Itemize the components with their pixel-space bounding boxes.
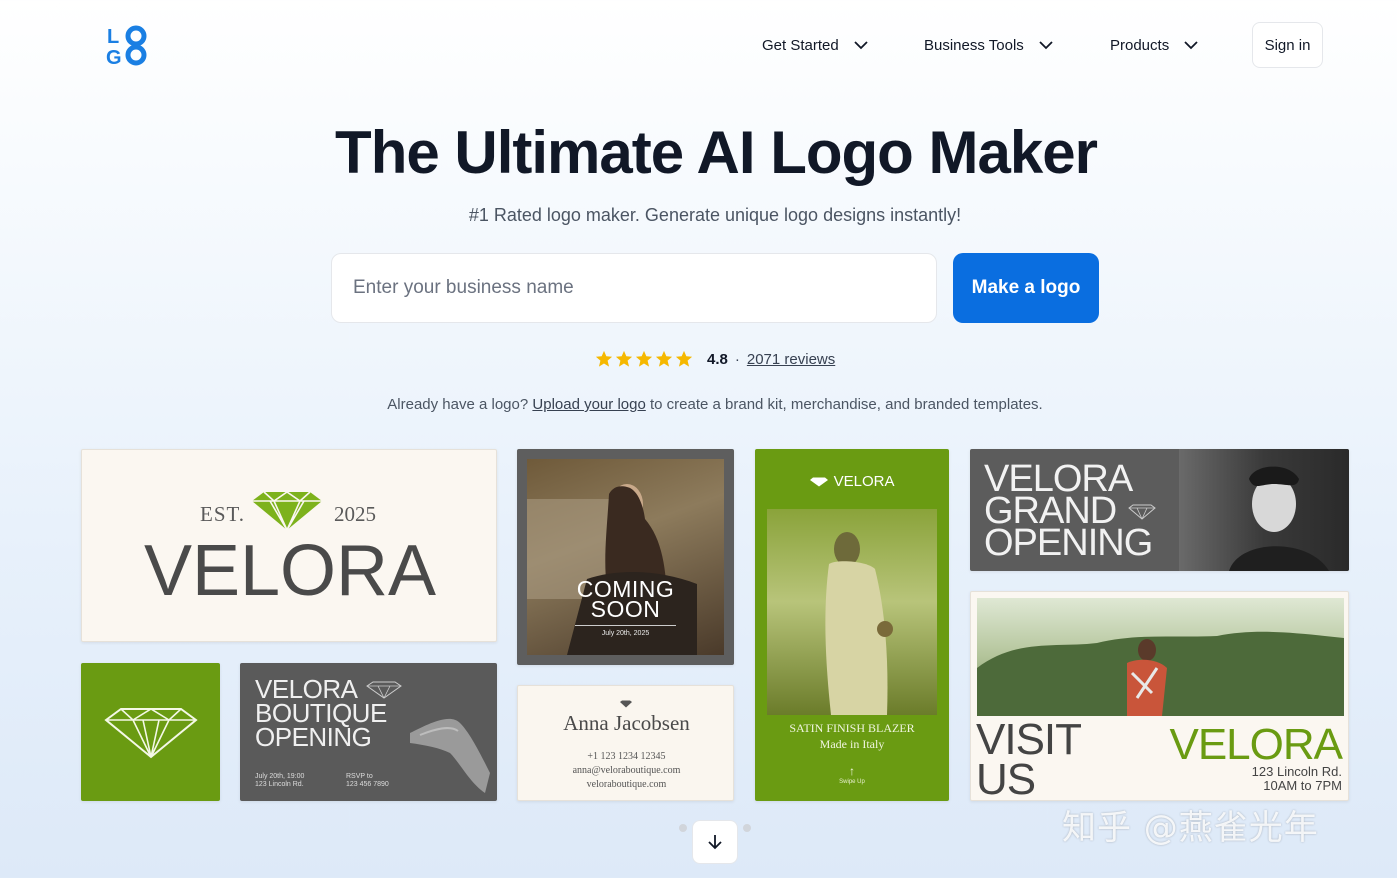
template-card-story[interactable]: VELORA SATIN FINISH BLAZER Made in Italy… xyxy=(755,449,949,801)
carousel-dot[interactable] xyxy=(679,824,687,832)
visit-brand: VELORA xyxy=(1169,720,1343,769)
main-nav: Get Started Business Tools Products xyxy=(0,22,1397,68)
star-rating xyxy=(595,350,693,368)
nav-business-tools-label: Business Tools xyxy=(924,36,1024,54)
card-person-name: Anna Jacobsen xyxy=(563,711,690,735)
meta-line: 123 Lincoln Rd. xyxy=(255,781,304,788)
arrow-down-icon xyxy=(708,835,722,850)
template-card-icon[interactable] xyxy=(81,663,220,801)
coming-soon-headline: COMING SOON xyxy=(517,578,734,622)
landscape-photo xyxy=(977,631,1344,716)
chevron-down-icon xyxy=(1039,41,1053,50)
star-icon xyxy=(595,350,613,367)
upload-suffix: to create a brand kit, merchandise, and … xyxy=(649,396,1043,413)
event-date-address: July 20th, 19:00 123 Lincoln Rd. xyxy=(255,773,304,789)
nav-get-started[interactable]: Get Started xyxy=(762,22,869,68)
card-phone: +1 123 1234 12345 xyxy=(587,751,666,762)
star-icon xyxy=(675,350,693,367)
nav-get-started-label: Get Started xyxy=(762,36,839,54)
chevron-down-icon xyxy=(854,41,868,50)
template-card-boutique-opening[interactable]: VELORA BOUTIQUE OPENING July 20th, 19:00… xyxy=(240,663,497,801)
headline-line: SOON xyxy=(590,596,661,622)
rating-value: 4.8 xyxy=(707,350,728,368)
launch-date: July 20th, 2025 xyxy=(601,630,650,637)
diamond-icon xyxy=(620,700,632,708)
upload-prefix: Already have a logo? xyxy=(387,396,529,413)
blazer-photo xyxy=(767,509,937,715)
template-card-business-card[interactable]: Anna Jacobsen +1 123 1234 12345 anna@vel… xyxy=(517,685,734,801)
product-title: SATIN FINISH BLAZER xyxy=(789,721,915,735)
diamond-icon xyxy=(1128,504,1156,520)
make-logo-button[interactable]: Make a logo xyxy=(953,253,1099,323)
carousel-dot[interactable] xyxy=(743,824,751,832)
divider xyxy=(575,625,676,626)
headline-line: OPENING xyxy=(984,522,1153,564)
event-rsvp: RSVP to 123 456 7890 xyxy=(346,773,389,789)
outdoor-photo xyxy=(977,598,1344,716)
person-photo xyxy=(1229,466,1329,571)
template-card-coming-soon[interactable]: COMING SOON July 20th, 2025 xyxy=(517,449,734,665)
meta-line: RSVP to xyxy=(346,773,373,780)
swipe-up-label: Swipe Up xyxy=(839,779,865,785)
nav-products-label: Products xyxy=(1110,36,1170,54)
rating-summary: 4.8 · 2071 reviews xyxy=(595,348,835,370)
chevron-down-icon xyxy=(1184,41,1198,50)
template-card-grand-opening[interactable]: VELORA GRAND OPENING xyxy=(970,449,1349,571)
page-title: The Ultimate AI Logo Maker xyxy=(335,119,1098,186)
product-subtitle: Made in Italy xyxy=(819,737,885,751)
model-photo xyxy=(825,532,893,715)
diamond-icon xyxy=(366,681,402,699)
meta-line: July 20th, 19:00 xyxy=(255,773,305,780)
meta-line: 123 456 7890 xyxy=(346,781,389,788)
upload-prompt: Already have a logo? Upload your logo to… xyxy=(0,396,1397,413)
headline-line: US xyxy=(976,755,1036,801)
scroll-down-button[interactable] xyxy=(692,820,738,864)
sign-in-button[interactable]: Sign in xyxy=(1252,22,1323,68)
card-year-label: 2025 xyxy=(334,502,376,526)
visit-us-headline: VISIT US xyxy=(976,715,1082,801)
rating-separator: · xyxy=(734,350,740,368)
store-hours: 10AM to 7PM xyxy=(1263,778,1342,793)
diamond-icon xyxy=(252,491,322,531)
store-address: 123 Lincoln Rd. xyxy=(1251,764,1342,779)
nav-products[interactable]: Products xyxy=(1110,22,1199,68)
diamond-icon xyxy=(104,708,198,759)
card-website: veloraboutique.com xyxy=(586,779,667,790)
card-est-label: EST. xyxy=(200,502,246,526)
grand-opening-headline: VELORA GRAND OPENING xyxy=(984,460,1153,564)
swipe-up-arrow-icon: ↑ xyxy=(849,764,855,778)
hand-photo xyxy=(410,718,490,793)
reviews-link[interactable]: 2071 reviews xyxy=(747,351,835,368)
card-email: anna@veloraboutique.com xyxy=(572,765,681,776)
diamond-icon xyxy=(810,477,829,487)
upload-logo-link[interactable]: Upload your logo xyxy=(532,396,645,413)
card-brand-wordmark: VELORA xyxy=(143,531,437,611)
star-icon xyxy=(635,350,653,367)
headline-line: OPENING xyxy=(255,722,372,752)
star-icon xyxy=(615,350,633,367)
story-brand-label: VELORA xyxy=(833,473,895,490)
template-card-logo[interactable]: EST. 2025 VELORA xyxy=(81,449,497,642)
page-subtitle: #1 Rated logo maker. Generate unique log… xyxy=(468,205,962,225)
headline-line: VISIT xyxy=(976,715,1082,764)
nav-business-tools[interactable]: Business Tools xyxy=(924,22,1054,68)
portrait-photo xyxy=(1179,449,1349,571)
template-card-visit-us[interactable]: VISIT US VELORA 123 Lincoln Rd. 10AM to … xyxy=(970,591,1349,801)
star-icon xyxy=(655,350,673,367)
story-brand: VELORA xyxy=(755,473,949,490)
watermark-text: 知乎 @燕雀光年 xyxy=(1062,808,1319,848)
business-name-input[interactable] xyxy=(331,253,937,323)
